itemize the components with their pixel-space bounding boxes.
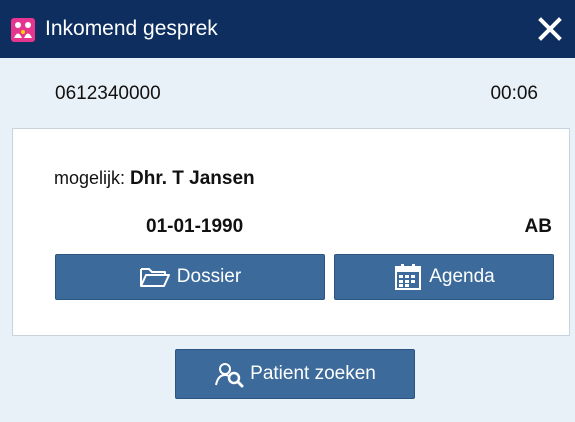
dossier-button-label: Dossier [176,266,242,287]
title-bar: Inkomend gesprek [0,0,575,58]
patient-name: Dhr. T Jansen [130,168,255,189]
incoming-call-dialog: Inkomend gesprek 0612340000 00:06 mogeli… [0,0,575,422]
app-logo-icon [11,18,35,42]
patient-search-icon [215,363,244,388]
dialog-title: Inkomend gesprek [45,17,218,40]
patient-search-button[interactable]: Patient zoeken [175,349,415,399]
close-button[interactable] [533,12,567,46]
caller-info-row: 0612340000 00:06 [0,58,575,128]
caller-phone-number: 0612340000 [55,83,161,104]
patient-search-button-label: Patient zoeken [250,363,376,384]
agenda-button-label: Agenda [429,266,495,287]
patient-birth-date: 01-01-1990 [146,216,244,237]
patient-initials: AB [524,216,552,237]
possible-match-row: mogelijk: Dhr. T Jansen [54,168,255,190]
possible-label: mogelijk: [54,168,126,188]
call-duration: 00:06 [490,83,538,104]
dossier-button[interactable]: Dossier [55,254,325,300]
patient-match-panel: mogelijk: Dhr. T Jansen 01-01-1990 AB Do… [12,128,570,336]
calendar-icon [395,264,422,290]
close-icon [538,17,562,41]
agenda-button[interactable]: Agenda [334,254,554,300]
folder-icon [139,268,170,287]
